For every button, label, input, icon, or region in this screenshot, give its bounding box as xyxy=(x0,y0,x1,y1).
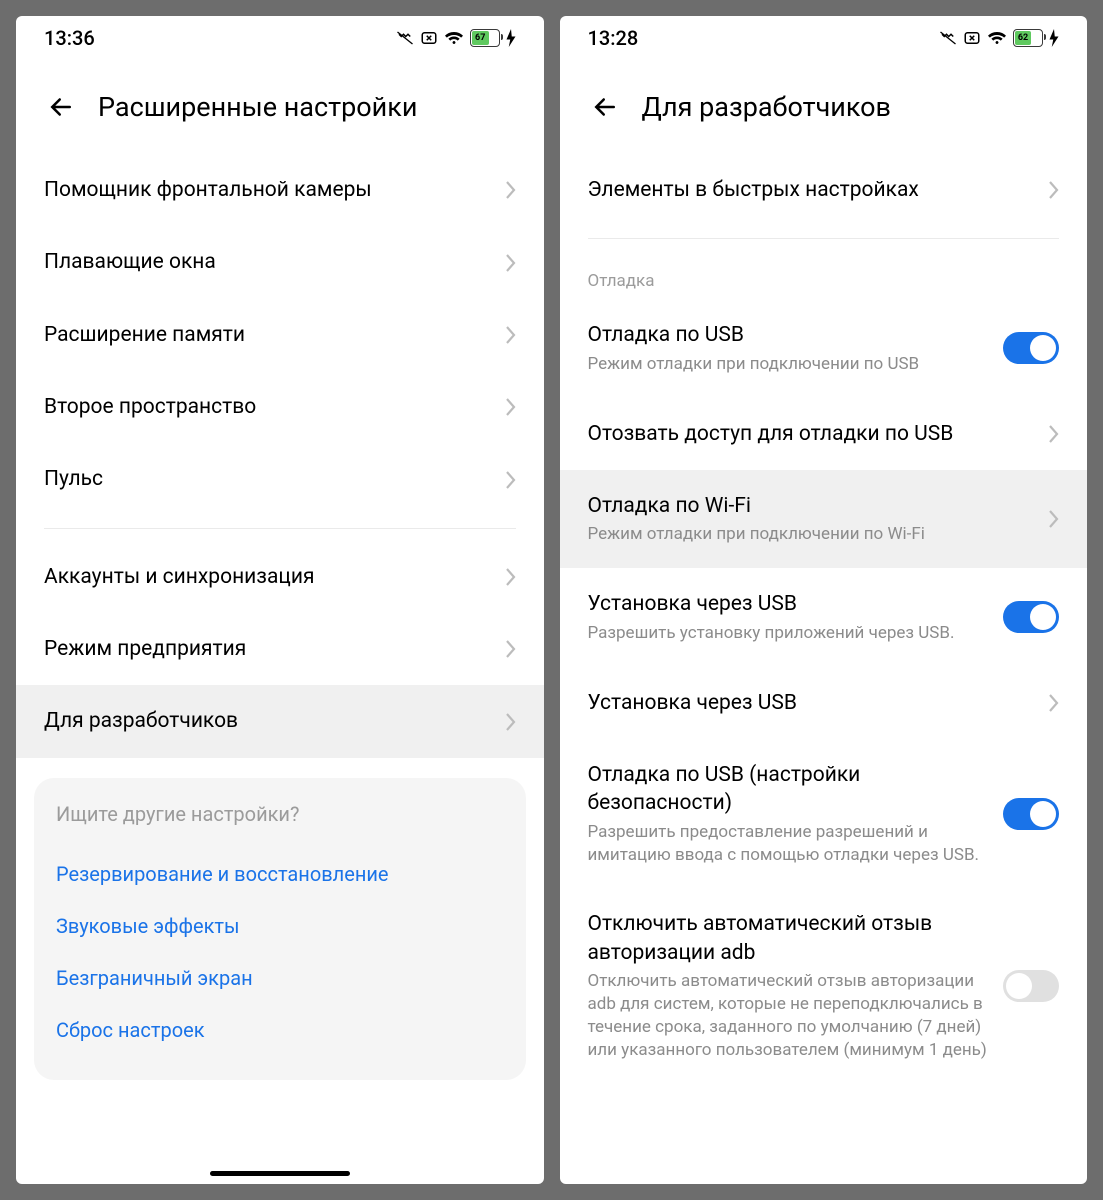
divider xyxy=(44,528,516,529)
status-time: 13:36 xyxy=(44,26,95,50)
phone-left: 13:36 67 Расширенные настройки Помощник … xyxy=(16,16,544,1184)
row-usb-debugging-security[interactable]: Отладка по USB (настройки безопасности) … xyxy=(560,739,1088,889)
row-label: Установка через USB xyxy=(588,590,994,618)
link-reset-settings[interactable]: Сброс настроек xyxy=(56,1004,504,1056)
search-prompt: Ищите другие настройки? xyxy=(56,802,504,826)
chevron-right-icon xyxy=(504,639,516,659)
charge-icon xyxy=(506,29,516,47)
battery-icon: 67 xyxy=(470,29,500,47)
toggle-disable-adb-revoke[interactable] xyxy=(1003,970,1059,1002)
chevron-right-icon xyxy=(1047,180,1059,200)
row-label: Аккаунты и синхронизация xyxy=(44,563,494,591)
row-label: Второе пространство xyxy=(44,393,494,421)
search-suggestions-card: Ищите другие настройки? Резервирование и… xyxy=(34,778,526,1080)
charge-icon xyxy=(1049,29,1059,47)
row-front-camera-assistant[interactable]: Помощник фронтальной камеры xyxy=(16,154,544,226)
row-install-via-usb[interactable]: Установка через USB Разрешить установку … xyxy=(560,568,1088,666)
row-disable-adb-revoke[interactable]: Отключить автоматический отзыв авторизац… xyxy=(560,888,1088,1083)
row-wifi-debugging[interactable]: Отладка по Wi-Fi Режим отладки при подкл… xyxy=(560,470,1088,568)
row-floating-windows[interactable]: Плавающие окна xyxy=(16,226,544,298)
status-icons: 62 xyxy=(939,29,1059,47)
wifi-icon xyxy=(987,29,1007,47)
row-label: Помощник фронтальной камеры xyxy=(44,176,494,204)
chevron-right-icon xyxy=(504,567,516,587)
row-label: Установка через USB xyxy=(588,689,1038,717)
no-sim-icon xyxy=(420,29,438,47)
page-title: Для разработчиков xyxy=(642,91,892,123)
wifi-icon xyxy=(444,29,464,47)
back-button[interactable] xyxy=(588,90,622,124)
row-developer-options[interactable]: Для разработчиков xyxy=(16,685,544,757)
row-enterprise-mode[interactable]: Режим предприятия xyxy=(16,613,544,685)
chevron-right-icon xyxy=(504,180,516,200)
developer-options-list: Элементы в быстрых настройках Отладка От… xyxy=(560,154,1088,1184)
header: Расширенные настройки xyxy=(16,60,544,154)
row-sub: Отключить автоматический отзыв авторизац… xyxy=(588,970,994,1062)
vibrate-icon xyxy=(396,29,414,47)
chevron-right-icon xyxy=(1047,693,1059,713)
home-indicator[interactable] xyxy=(210,1171,350,1176)
row-label: Отключить автоматический отзыв авторизац… xyxy=(588,910,994,967)
link-fullscreen[interactable]: Безграничный экран xyxy=(56,952,504,1004)
phone-right: 13:28 62 Для разработчиков Элементы в бы… xyxy=(560,16,1088,1184)
row-label: Отладка по USB (настройки безопасности) xyxy=(588,761,994,818)
row-label: Режим предприятия xyxy=(44,635,494,663)
toggle-install-via-usb[interactable] xyxy=(1003,601,1059,633)
row-label: Для разработчиков xyxy=(44,707,494,735)
row-label: Пульс xyxy=(44,465,494,493)
status-time: 13:28 xyxy=(588,26,639,50)
chevron-right-icon xyxy=(1047,424,1059,444)
row-sub: Разрешить предоставление разрешений и им… xyxy=(588,821,994,867)
row-quick-settings-tiles[interactable]: Элементы в быстрых настройках xyxy=(560,154,1088,226)
row-memory-extension[interactable]: Расширение памяти xyxy=(16,299,544,371)
row-label: Отладка по Wi-Fi xyxy=(588,492,1038,520)
status-bar: 13:28 62 xyxy=(560,16,1088,60)
chevron-right-icon xyxy=(504,712,516,732)
chevron-right-icon xyxy=(504,397,516,417)
row-sub: Режим отладки при подключении по Wi-Fi xyxy=(588,523,1038,546)
arrow-left-icon xyxy=(46,92,76,122)
row-label: Отладка по USB xyxy=(588,321,994,349)
row-second-space[interactable]: Второе пространство xyxy=(16,371,544,443)
row-label: Элементы в быстрых настройках xyxy=(588,176,1038,204)
toggle-usb-debugging[interactable] xyxy=(1003,332,1059,364)
vibrate-icon xyxy=(939,29,957,47)
row-revoke-usb-auth[interactable]: Отозвать доступ для отладки по USB xyxy=(560,398,1088,470)
header: Для разработчиков xyxy=(560,60,1088,154)
row-usb-debugging[interactable]: Отладка по USB Режим отладки при подключ… xyxy=(560,299,1088,397)
no-sim-icon xyxy=(963,29,981,47)
row-sub: Разрешить установку приложений через USB… xyxy=(588,622,994,645)
chevron-right-icon xyxy=(1047,509,1059,529)
link-backup-restore[interactable]: Резервирование и восстановление xyxy=(56,848,504,900)
chevron-right-icon xyxy=(504,470,516,490)
battery-icon: 62 xyxy=(1013,29,1043,47)
row-label: Расширение памяти xyxy=(44,321,494,349)
divider xyxy=(588,238,1060,239)
link-sound-effects[interactable]: Звуковые эффекты xyxy=(56,900,504,952)
row-accounts-sync[interactable]: Аккаунты и синхронизация xyxy=(16,541,544,613)
chevron-right-icon xyxy=(504,325,516,345)
row-label: Плавающие окна xyxy=(44,248,494,276)
section-debugging: Отладка xyxy=(560,251,1088,299)
toggle-usb-debug-security[interactable] xyxy=(1003,798,1059,830)
status-icons: 67 xyxy=(396,29,516,47)
row-label: Отозвать доступ для отладки по USB xyxy=(588,420,1038,448)
row-sub: Режим отладки при подключении по USB xyxy=(588,353,994,376)
chevron-right-icon xyxy=(504,253,516,273)
page-title: Расширенные настройки xyxy=(98,91,417,123)
settings-list: Помощник фронтальной камеры Плавающие ок… xyxy=(16,154,544,1184)
row-install-via-usb-link[interactable]: Установка через USB xyxy=(560,667,1088,739)
row-pulse[interactable]: Пульс xyxy=(16,443,544,515)
arrow-left-icon xyxy=(590,92,620,122)
back-button[interactable] xyxy=(44,90,78,124)
status-bar: 13:36 67 xyxy=(16,16,544,60)
